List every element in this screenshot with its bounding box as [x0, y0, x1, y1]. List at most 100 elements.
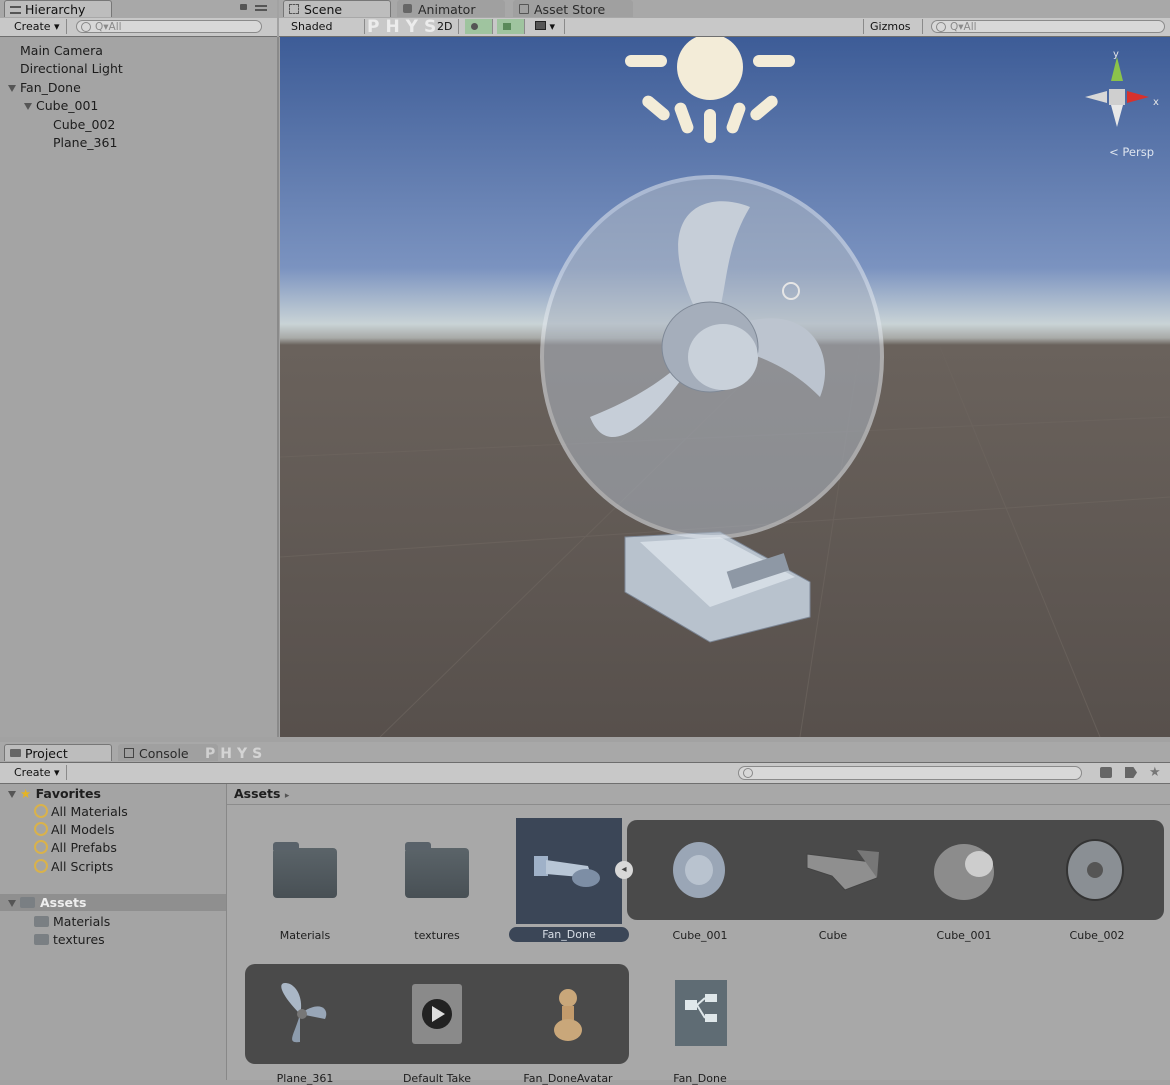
tab-hierarchy[interactable]: Hierarchy — [4, 0, 112, 17]
hierarchy-search-input[interactable]: Q▾All — [76, 20, 262, 33]
tab-project[interactable]: Project — [4, 744, 112, 761]
axis-y-label: y — [1113, 49, 1119, 60]
folder-icon — [34, 934, 49, 945]
asset-label-plane-361: Plane_361 — [276, 1072, 334, 1085]
cube-mesh-icon — [806, 850, 879, 891]
asset-label-cube-001-b: Cube_001 — [936, 929, 992, 942]
asset-label-fan-done-controller: Fan_Done — [673, 1072, 727, 1085]
scene-viewport[interactable]: y x < Persp — [280, 37, 1170, 737]
collapse-arrow-icon[interactable]: ◂ — [615, 861, 633, 879]
tab-asset-store[interactable]: Asset Store — [513, 0, 633, 17]
scene-drawing: y x — [280, 37, 1170, 737]
store-bag-icon — [519, 4, 529, 14]
search-placeholder: Q▾All — [950, 21, 977, 33]
fan-done-animator-controller-icon[interactable] — [675, 980, 727, 1046]
expand-arrow-icon[interactable] — [8, 85, 16, 92]
scene-search-input[interactable]: Q▾All — [931, 20, 1165, 33]
gizmos-dropdown[interactable]: Gizmos ▾ — [863, 19, 923, 48]
directional-light-sun-icon — [625, 37, 795, 143]
project-tabstrip: Project Console PHYS — [0, 742, 1170, 763]
asset-fan-done-prefab-tile[interactable] — [516, 818, 622, 924]
fav-label: All Scripts — [51, 859, 114, 874]
search-filter-icon — [34, 822, 48, 836]
favorites-label: Favorites — [35, 786, 101, 801]
assets-folder-row[interactable]: Assets — [0, 894, 226, 911]
animator-graph-icon — [685, 994, 717, 1022]
favorite-all-scripts[interactable]: All Scripts — [34, 859, 113, 874]
shading-mode-dropdown[interactable]: Shaded — [285, 19, 365, 34]
tab-animator-label: Animator — [418, 2, 476, 17]
subasset-icons — [673, 839, 1124, 901]
asset-textures-folder-icon[interactable] — [405, 842, 469, 898]
cube-001-mesh-icon — [673, 842, 725, 898]
asset-label-materials: Materials — [279, 929, 331, 942]
favorites-header[interactable]: ★ Favorites — [8, 786, 101, 801]
lock-icon[interactable] — [240, 4, 247, 10]
expand-arrow-icon[interactable] — [8, 791, 16, 798]
fan-model-icon — [534, 856, 600, 887]
assets-folder-label: Assets — [40, 895, 87, 910]
fan-base — [624, 531, 811, 643]
project-search-input[interactable] — [738, 766, 1082, 780]
hierarchy-create-button[interactable]: Create ▾ — [8, 19, 67, 34]
tab-scene[interactable]: Scene — [283, 0, 391, 17]
hierarchy-item-fan-done[interactable]: Fan_Done — [8, 80, 81, 95]
asset-materials-folder-icon[interactable] — [273, 842, 337, 898]
favorite-star-icon[interactable]: ★ — [1149, 766, 1161, 779]
project-physics-watermark: PHYS — [205, 746, 268, 762]
console-icon — [124, 748, 134, 758]
sun-small-icon — [471, 23, 478, 30]
tab-console-label: Console — [139, 746, 189, 761]
hierarchy-tabstrip: Hierarchy — [0, 0, 277, 19]
favorite-all-prefabs[interactable]: All Prefabs — [34, 840, 117, 855]
search-filter-icon — [34, 840, 48, 854]
tab-animator[interactable]: Animator — [397, 0, 505, 17]
tab-console[interactable]: Console — [118, 744, 218, 761]
hierarchy-item-main-camera[interactable]: Main Camera — [20, 43, 103, 58]
hierarchy-item-cube-002[interactable]: Cube_002 — [53, 117, 115, 132]
orientation-gizmo — [1085, 57, 1149, 127]
row2-subasset-icons — [281, 983, 582, 1044]
folder-icon — [10, 749, 21, 757]
item-label: Fan_Done — [20, 80, 81, 95]
create-label: Create — [14, 20, 51, 33]
star-icon: ★ — [20, 786, 32, 801]
project-assets-area: Assets ▸ ◂ Materials textures Fan_Done C… — [227, 784, 1170, 1085]
persp-toggle[interactable]: < Persp — [1109, 145, 1154, 159]
expand-arrow-icon[interactable] — [8, 900, 16, 907]
item-label: Cube_001 — [36, 98, 99, 113]
search-filter-icon — [34, 804, 48, 818]
tab-project-label: Project — [25, 746, 68, 761]
asset-label-default-take: Default Take — [402, 1072, 472, 1085]
asset-label-fan-done[interactable]: Fan_Done — [509, 927, 629, 942]
effects-dropdown[interactable]: ▾ — [529, 19, 565, 34]
list-icon — [10, 6, 21, 14]
item-label: Main Camera — [20, 43, 103, 58]
item-label: Plane_361 — [53, 135, 118, 150]
tab-asset-store-label: Asset Store — [534, 2, 606, 17]
image-icon — [535, 21, 546, 30]
toggle-2d-button[interactable]: 2D — [431, 19, 459, 34]
favorite-all-materials[interactable]: All Materials — [34, 804, 128, 819]
folder-materials[interactable]: Materials — [34, 914, 110, 929]
speaker-icon — [503, 23, 511, 30]
audio-toggle[interactable] — [497, 19, 525, 34]
filter-by-type-icon[interactable] — [1100, 767, 1112, 778]
hierarchy-item-cube-001[interactable]: Cube_001 — [24, 98, 98, 113]
lighting-toggle[interactable] — [465, 19, 493, 34]
hierarchy-item-plane-361[interactable]: Plane_361 — [53, 135, 117, 150]
project-create-button[interactable]: Create ▾ — [8, 765, 67, 780]
assets-breadcrumb[interactable]: Assets ▸ — [234, 786, 289, 801]
fan-done-avatar-icon — [554, 989, 582, 1041]
panel-menu-icon[interactable] — [255, 5, 267, 11]
expand-arrow-icon[interactable] — [24, 103, 32, 110]
plane-361-fan-blade-icon — [281, 983, 327, 1043]
hierarchy-item-directional-light[interactable]: Directional Light — [20, 61, 123, 76]
grid-icon — [289, 4, 299, 14]
favorite-all-models[interactable]: All Models — [34, 822, 115, 837]
animator-icon — [403, 4, 412, 13]
item-label: Cube_002 — [53, 117, 116, 132]
folder-textures[interactable]: textures — [34, 932, 105, 947]
item-label: Directional Light — [20, 61, 123, 76]
filter-by-label-icon[interactable] — [1125, 767, 1137, 778]
